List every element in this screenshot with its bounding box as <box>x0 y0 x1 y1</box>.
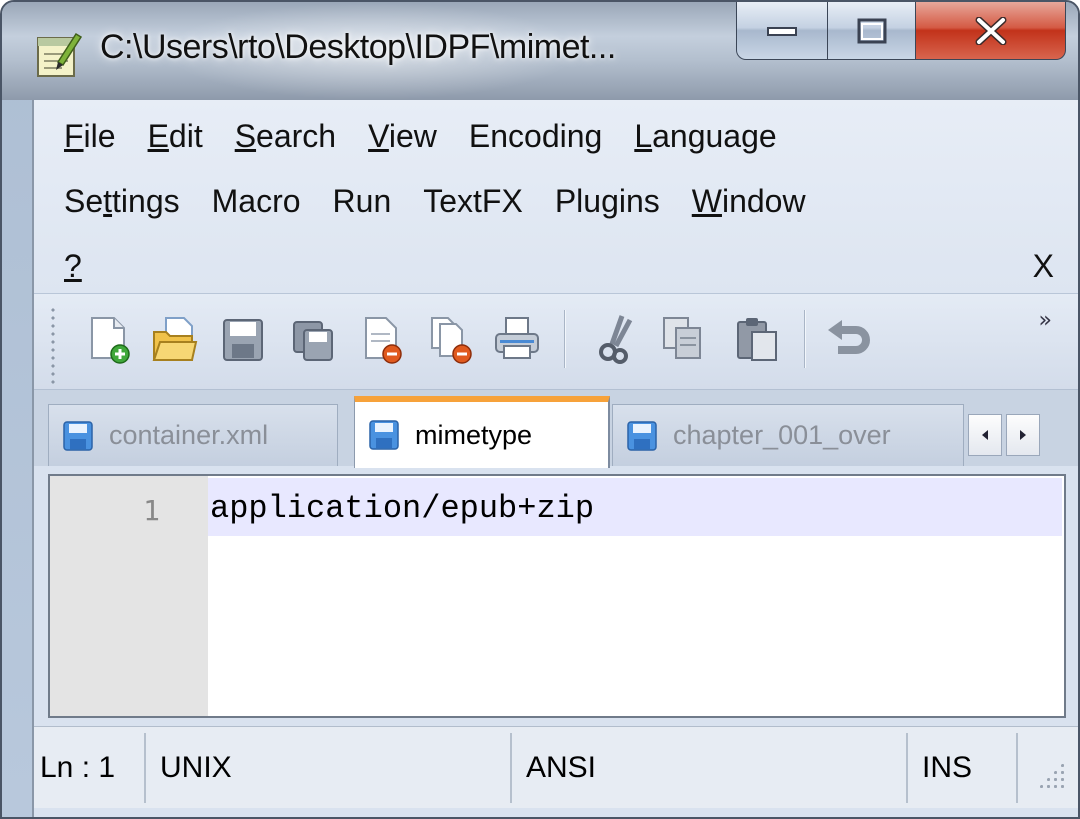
text-editor[interactable]: 1 application/epub+zip <box>48 474 1066 718</box>
tab-container-xml[interactable]: container.xml <box>48 404 338 466</box>
arrow-left-icon <box>982 430 988 440</box>
menu-encoding[interactable]: Encoding <box>469 118 602 155</box>
saved-file-icon <box>627 420 657 451</box>
copy-icon[interactable] <box>660 314 706 364</box>
undo-icon[interactable] <box>826 314 872 364</box>
menu-bar: File Edit Search View Encoding Language … <box>34 100 1078 294</box>
tab-scroll-left-button[interactable] <box>968 414 1002 456</box>
tab-label: container.xml <box>109 420 269 450</box>
status-insert-mode: INS <box>908 733 1018 803</box>
menu-settings[interactable]: Settings <box>64 183 180 220</box>
menu-help[interactable]: ? <box>64 248 82 285</box>
status-eol: UNIX <box>146 733 512 803</box>
tab-chapter-001[interactable]: chapter_001_over <box>612 404 964 466</box>
menu-view[interactable]: View <box>368 118 437 155</box>
paste-icon[interactable] <box>734 314 780 364</box>
close-document-button[interactable]: X <box>1033 248 1054 285</box>
open-folder-icon[interactable] <box>152 314 198 364</box>
menu-plugins[interactable]: Plugins <box>555 183 660 220</box>
line-number-gutter: 1 <box>50 476 208 716</box>
client-area: File Edit Search View Encoding Language … <box>32 100 1078 817</box>
maximize-icon <box>857 18 886 43</box>
menu-textfx[interactable]: TextFX <box>423 183 523 220</box>
tab-scroll-right-button[interactable] <box>1006 414 1040 456</box>
line-number: 1 <box>143 494 160 527</box>
print-icon[interactable] <box>494 314 540 364</box>
tab-label: mimetype <box>415 419 533 450</box>
status-bar: Ln : 1 UNIX ANSI INS <box>34 726 1078 808</box>
close-file-icon[interactable] <box>360 314 406 364</box>
maximize-button[interactable] <box>828 2 916 60</box>
minimize-button[interactable] <box>736 2 828 60</box>
menu-macro[interactable]: Macro <box>212 183 301 220</box>
toolbar-overflow-button[interactable]: » <box>1039 308 1052 333</box>
arrow-right-icon <box>1020 430 1026 440</box>
menu-language[interactable]: Language <box>634 118 776 155</box>
tab-label: chapter_001_over <box>673 420 891 450</box>
cut-icon[interactable] <box>594 314 640 364</box>
save-all-icon[interactable] <box>290 314 336 364</box>
close-all-icon[interactable] <box>428 314 474 364</box>
caption-buttons <box>736 2 1066 60</box>
menu-row-3: ? <box>64 248 114 285</box>
menu-row-2: Settings Macro Run TextFX Plugins Window <box>64 183 838 220</box>
status-position: Ln : 1 <box>34 733 146 803</box>
menu-search[interactable]: Search <box>235 118 336 155</box>
menu-file[interactable]: File <box>64 118 116 155</box>
save-icon[interactable] <box>220 314 266 364</box>
close-button[interactable] <box>916 2 1066 60</box>
resize-grip[interactable] <box>1038 762 1064 788</box>
toolbar-separator <box>804 310 806 368</box>
new-file-icon[interactable] <box>86 314 132 364</box>
toolbar: » <box>34 294 1078 390</box>
window-title: C:\Users\rto\Desktop\IDPF\mimet... <box>100 28 616 66</box>
notepad-icon <box>37 32 82 77</box>
close-icon <box>975 16 1006 45</box>
minimize-icon <box>767 26 797 36</box>
title-bar[interactable]: C:\Users\rto\Desktop\IDPF\mimet... <box>2 2 1078 100</box>
notepadpp-window: C:\Users\rto\Desktop\IDPF\mimet... File … <box>0 0 1080 819</box>
menu-run[interactable]: Run <box>333 183 392 220</box>
menu-window[interactable]: Window <box>692 183 806 220</box>
tab-mimetype[interactable]: mimetype <box>354 396 610 468</box>
toolbar-grip[interactable] <box>50 306 56 384</box>
tab-bar: container.xml mimetype chapter_001_over <box>34 390 1078 468</box>
editor-line[interactable]: application/epub+zip <box>210 490 594 527</box>
saved-file-icon <box>63 420 93 451</box>
saved-file-icon <box>369 420 399 450</box>
toolbar-separator <box>564 310 566 368</box>
status-encoding: ANSI <box>512 733 908 803</box>
menu-edit[interactable]: Edit <box>148 118 203 155</box>
menu-row-1: File Edit Search View Encoding Language <box>64 118 809 155</box>
